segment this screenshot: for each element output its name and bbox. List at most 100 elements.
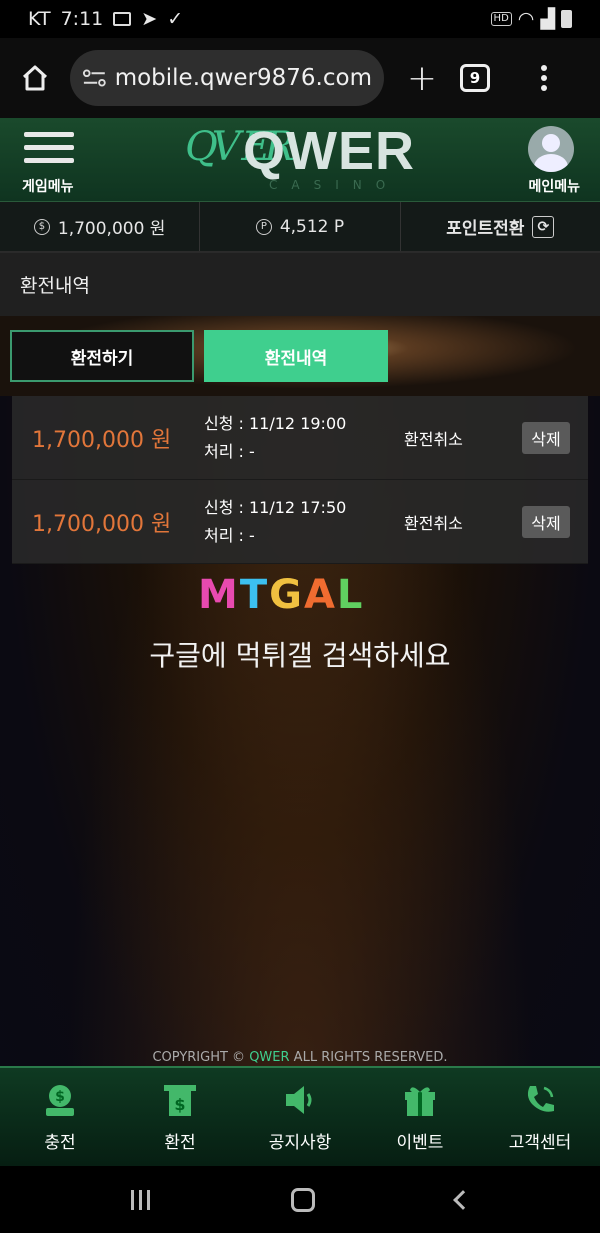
more-dot-icon xyxy=(541,85,547,91)
watermark-logo: MTGAL xyxy=(198,572,364,618)
logo-subtitle: CASINO xyxy=(269,178,400,192)
hamburger-icon-line xyxy=(24,145,74,150)
recent-apps-button[interactable] xyxy=(130,1189,150,1210)
receipt-dollar-icon: $ xyxy=(162,1082,198,1118)
carrier-label: KT xyxy=(28,8,51,30)
page-content: 게임메뉴 QV ER QWER CASINO 메인메뉴 $ 1,700,000 … xyxy=(0,118,600,1165)
hamburger-icon xyxy=(24,132,74,137)
address-bar[interactable]: mobile.qwer9876.com xyxy=(70,50,384,106)
cash-balance: $ 1,700,000 원 xyxy=(0,202,201,251)
url-text: mobile.qwer9876.com xyxy=(114,65,372,91)
request-time: 신청 : 11/12 19:00 xyxy=(204,413,347,433)
request-time: 신청 : 11/12 17:50 xyxy=(204,497,347,517)
game-menu-label[interactable]: 게임메뉴 xyxy=(22,176,74,196)
nav-deposit[interactable]: $ 충전 xyxy=(0,1068,120,1166)
point-balance: P 4,512 P xyxy=(200,202,401,251)
tab-exchange-history[interactable]: 환전내역 xyxy=(204,330,388,382)
home-button[interactable] xyxy=(0,38,70,118)
point-convert-button[interactable]: 포인트전환 ⟳ xyxy=(401,202,600,251)
clock: 7:11 xyxy=(60,8,104,30)
copyright-suffix: ALL RIGHTS RESERVED. xyxy=(289,1050,448,1065)
speaker-icon xyxy=(282,1082,318,1118)
hamburger-icon-line xyxy=(24,158,74,163)
image-notification-icon xyxy=(113,12,132,26)
app-notification-icon: ✓ xyxy=(167,8,184,30)
nav-label: 이벤트 xyxy=(396,1133,444,1153)
cash-value: 1,700,000 원 xyxy=(57,219,166,239)
status-bar: KT 7:11 ➤ ✓ HD ◠ ▟ xyxy=(0,0,600,38)
game-menu-button[interactable] xyxy=(24,132,74,171)
row-times: 신청 : 11/12 19:00 처리 : - xyxy=(204,410,346,466)
delete-button[interactable]: 삭제 xyxy=(522,505,570,538)
gift-icon xyxy=(402,1082,438,1118)
user-avatar-icon[interactable] xyxy=(528,126,574,172)
point-coin-icon: P xyxy=(255,218,272,235)
watermark-letter: A xyxy=(303,572,337,618)
row-amount: 1,700,000 원 xyxy=(32,511,172,537)
battery-icon xyxy=(561,10,572,28)
home-icon xyxy=(22,65,48,91)
nav-notice[interactable]: 공지사항 xyxy=(240,1068,360,1166)
system-home-button[interactable] xyxy=(290,1187,315,1212)
tab-switcher-button[interactable]: 9 xyxy=(460,64,490,92)
browser-toolbar: mobile.qwer9876.com + 9 xyxy=(0,38,600,118)
page-title: 환전내역 xyxy=(0,252,600,316)
system-nav-bar xyxy=(0,1166,600,1233)
nav-label: 공지사항 xyxy=(268,1133,332,1153)
watermark-text: 구글에 먹튀갤 검색하세요 xyxy=(149,639,451,672)
exchange-history-list: 1,700,000 원 신청 : 11/12 19:00 처리 : - 환전취소… xyxy=(12,396,588,564)
more-dot-icon xyxy=(541,75,547,81)
svg-text:$: $ xyxy=(174,1095,185,1114)
main-menu-label[interactable]: 메인메뉴 xyxy=(528,176,580,196)
bottom-nav: $ 충전 $ 환전 공지사항 이벤트 고객센터 xyxy=(0,1066,600,1166)
point-convert-label: 포인트전환 xyxy=(446,219,525,239)
signal-icon: ▟ xyxy=(540,8,555,30)
point-value: 4,512 P xyxy=(279,216,345,237)
site-header: 게임메뉴 QV ER QWER CASINO 메인메뉴 xyxy=(0,118,600,202)
telegram-icon: ➤ xyxy=(141,8,158,30)
more-dot-icon xyxy=(541,65,547,71)
row-times: 신청 : 11/12 17:50 처리 : - xyxy=(204,494,346,550)
site-logo[interactable]: QV ER QWER CASINO xyxy=(185,120,425,198)
watermark-letter: G xyxy=(269,572,304,618)
watermark-letter: T xyxy=(239,572,270,618)
nav-support[interactable]: 고객센터 xyxy=(480,1068,600,1166)
tab-exchange[interactable]: 환전하기 xyxy=(10,330,194,382)
tab-banner: 환전하기 환전내역 xyxy=(0,316,600,396)
recent-apps-icon xyxy=(146,1189,150,1210)
phone-icon xyxy=(522,1082,558,1118)
nav-label: 충전 xyxy=(44,1133,76,1153)
system-back-button[interactable] xyxy=(452,1189,473,1210)
process-time: 처리 : - xyxy=(204,525,255,545)
delete-button[interactable]: 삭제 xyxy=(522,421,570,454)
watermark-letter: L xyxy=(336,572,365,618)
process-time: 처리 : - xyxy=(204,441,255,461)
new-tab-button[interactable]: + xyxy=(384,58,460,99)
hd-icon: HD xyxy=(490,12,512,26)
row-amount: 1,700,000 원 xyxy=(32,427,172,453)
nav-label: 고객센터 xyxy=(508,1133,572,1153)
balance-bar: $ 1,700,000 원 P 4,512 P 포인트전환 ⟳ xyxy=(0,202,600,252)
wifi-icon: ◠ xyxy=(517,8,535,30)
logo-word: QWER xyxy=(243,121,415,181)
refresh-icon: ⟳ xyxy=(532,215,555,238)
list-item: 1,700,000 원 신청 : 11/12 17:50 처리 : - 환전취소… xyxy=(12,480,588,564)
nav-label: 환전 xyxy=(164,1133,196,1153)
svg-text:$: $ xyxy=(55,1089,65,1105)
nav-event[interactable]: 이벤트 xyxy=(360,1068,480,1166)
watermark-letter: M xyxy=(198,572,240,618)
copyright-brand: QWER xyxy=(249,1050,290,1065)
recent-apps-icon xyxy=(130,1189,134,1210)
nav-withdraw[interactable]: $ 환전 xyxy=(120,1068,240,1166)
recent-apps-icon xyxy=(138,1189,142,1210)
cancel-exchange-link[interactable]: 환전취소 xyxy=(404,510,463,534)
browser-menu-button[interactable] xyxy=(514,65,574,91)
dollar-coin-icon: $ xyxy=(33,218,50,235)
copyright: COPYRIGHT © QWER ALL RIGHTS RESERVED. xyxy=(0,1050,600,1065)
money-bag-icon: $ xyxy=(42,1082,78,1118)
plus-icon: + xyxy=(406,57,438,99)
site-settings-icon[interactable] xyxy=(82,68,107,88)
list-item: 1,700,000 원 신청 : 11/12 19:00 처리 : - 환전취소… xyxy=(12,396,588,480)
cancel-exchange-link[interactable]: 환전취소 xyxy=(404,426,463,450)
copyright-prefix: COPYRIGHT © xyxy=(152,1050,250,1065)
